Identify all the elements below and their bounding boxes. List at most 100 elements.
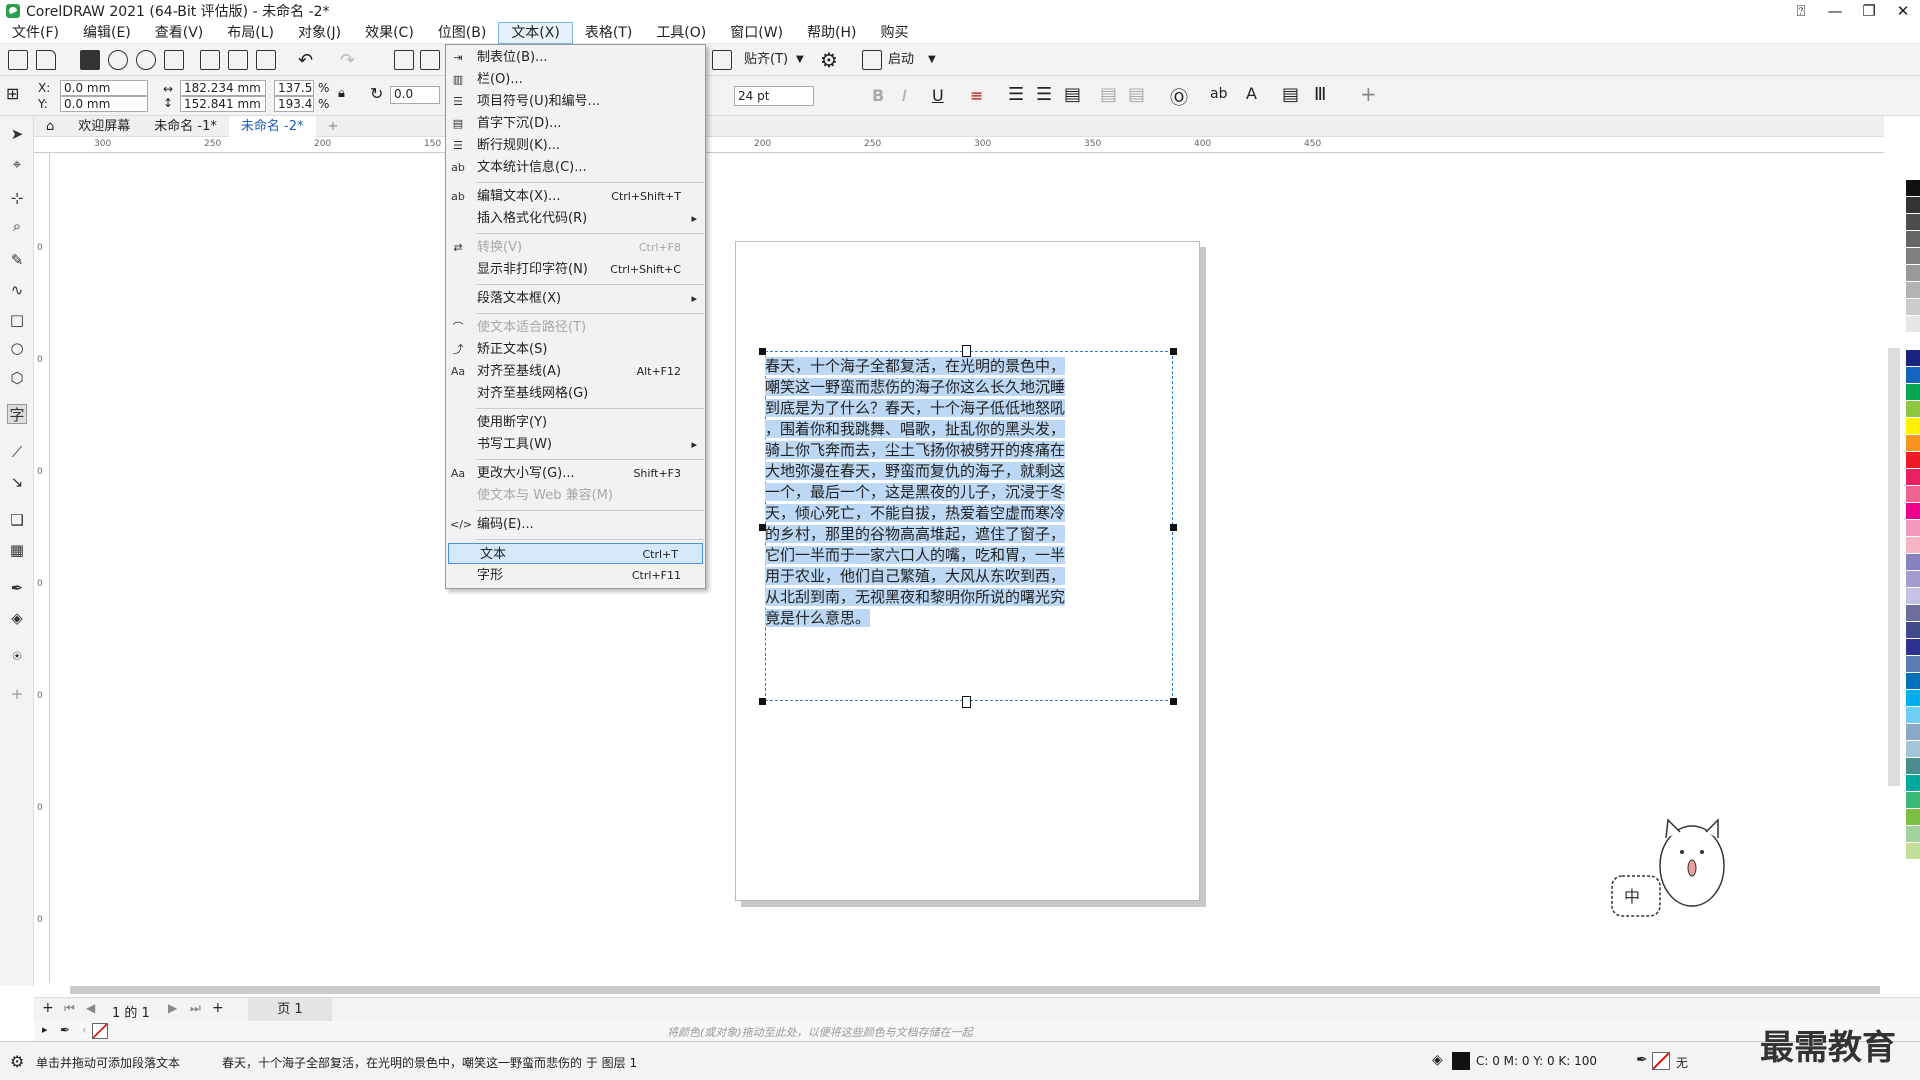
palette-swatch[interactable] xyxy=(1906,656,1920,673)
text-menu-item[interactable]: </> 编码(E)... xyxy=(446,514,705,535)
selection-handle[interactable] xyxy=(759,524,766,531)
text-menu-item[interactable]: Aa 更改大小写(G)... Shift+F3 xyxy=(446,463,705,484)
text-menu-item[interactable]: ▤ 首字下沉(D)... xyxy=(446,113,705,134)
palette-swatch[interactable] xyxy=(1906,588,1920,605)
add-page-icon[interactable]: + xyxy=(42,1000,54,1016)
palette-swatch[interactable] xyxy=(1906,350,1920,367)
cloud-upload-icon[interactable] xyxy=(136,50,156,70)
palette-swatch[interactable] xyxy=(1906,452,1920,469)
pick-tool-icon[interactable]: ➤ xyxy=(7,124,27,144)
bottom-tab-handle[interactable] xyxy=(962,696,971,708)
transparency-icon[interactable]: ▦ xyxy=(7,540,27,560)
palette-swatch[interactable] xyxy=(1906,469,1920,486)
palette-swatch[interactable] xyxy=(1906,724,1920,741)
shape-tool-icon[interactable]: ⌖ xyxy=(7,154,27,174)
menu-item-1[interactable]: 编辑(E) xyxy=(71,22,143,44)
palette-swatch[interactable] xyxy=(1906,435,1920,452)
menu-item-11[interactable]: 帮助(H) xyxy=(795,22,868,44)
add-page-end-icon[interactable]: + xyxy=(212,1000,224,1016)
palette-swatch[interactable] xyxy=(1906,486,1920,503)
crop-tool-icon[interactable]: ⊹ xyxy=(7,188,27,208)
copy-icon[interactable] xyxy=(228,50,248,70)
palette-swatch[interactable] xyxy=(1906,197,1920,214)
home-icon[interactable]: ⌂ xyxy=(34,116,66,137)
paste-icon[interactable] xyxy=(256,50,276,70)
menu-item-3[interactable]: 布局(L) xyxy=(215,22,286,44)
palette-swatch[interactable] xyxy=(1906,299,1920,316)
dimension-tool-icon[interactable]: ⟋ xyxy=(7,442,27,462)
menu-item-10[interactable]: 窗口(W) xyxy=(718,22,795,44)
last-page-icon[interactable]: ⏭ xyxy=(190,1001,201,1016)
palette-swatch[interactable] xyxy=(1906,231,1920,248)
top-tab-handle[interactable] xyxy=(962,345,971,357)
import-icon[interactable] xyxy=(394,50,414,70)
horizontal-ruler[interactable]: 300250200150100150200250300350400450 xyxy=(34,137,1884,153)
menu-item-6[interactable]: 位图(B) xyxy=(426,22,499,44)
polygon-tool-icon[interactable]: ⬡ xyxy=(7,368,27,388)
text-menu-item[interactable]: 字形 Ctrl+F11 xyxy=(446,565,705,586)
lock-ratio-icon[interactable]: 🔒︎ xyxy=(338,86,345,101)
palette-swatch[interactable] xyxy=(1906,503,1920,520)
palette-swatch[interactable] xyxy=(1906,520,1920,537)
text-menu-item[interactable]: 文本 Ctrl+T xyxy=(448,543,703,564)
scale-y-input[interactable]: 193.4 xyxy=(274,96,314,112)
prev-page-icon[interactable]: ◀ xyxy=(86,1001,95,1015)
palette-swatch[interactable] xyxy=(1906,282,1920,299)
palette-swatch[interactable] xyxy=(1906,248,1920,265)
palette-swatch[interactable] xyxy=(1906,809,1920,826)
opentype-icon[interactable]: Ⓞ xyxy=(1170,84,1188,110)
palette-swatch[interactable] xyxy=(1906,316,1920,333)
text-align-icon[interactable]: ≡ xyxy=(970,86,983,105)
tab-document-2[interactable]: 未命名 -2* xyxy=(228,115,316,137)
scroll-thumb[interactable] xyxy=(1888,348,1900,786)
text-menu-item[interactable]: ab 编辑文本(X)... Ctrl+Shift+T xyxy=(446,186,705,207)
selection-handle[interactable] xyxy=(1170,698,1177,705)
palette-swatch[interactable] xyxy=(1906,265,1920,282)
cloud-download-icon[interactable] xyxy=(108,50,128,70)
restore-button[interactable]: ❐ xyxy=(1852,0,1886,22)
text-menu-item[interactable]: ▥ 栏(O)... xyxy=(446,69,705,90)
close-button[interactable]: ✕ xyxy=(1886,0,1920,22)
rotation-input[interactable]: 0.0 xyxy=(390,86,440,104)
text-menu-item[interactable]: 插入格式化代码(R) ▸ xyxy=(446,208,705,229)
indent-icon[interactable]: ▤ xyxy=(1100,84,1117,105)
text-menu-item[interactable]: 使用断字(Y) xyxy=(446,412,705,433)
palette-swatch[interactable] xyxy=(1906,741,1920,758)
zoom-tool-icon[interactable]: ⌕ xyxy=(7,216,27,236)
drop-shadow-icon[interactable]: ❏ xyxy=(7,510,27,530)
numbered-list-icon[interactable]: ☰ xyxy=(1036,84,1052,105)
text-frame-icon[interactable]: ▤ xyxy=(1282,84,1299,105)
selection-handle[interactable] xyxy=(1170,524,1177,531)
text-menu-item[interactable]: ⤴ 矫正文本(S) xyxy=(446,339,705,360)
text-menu-item[interactable]: ⇥ 制表位(B)... xyxy=(446,47,705,68)
vertical-ruler[interactable]: 00000000 xyxy=(34,153,50,1037)
menu-item-4[interactable]: 对象(J) xyxy=(286,22,353,44)
palette-swatch[interactable] xyxy=(1906,775,1920,792)
rectangle-tool-icon[interactable]: □ xyxy=(7,310,27,330)
undo-icon[interactable]: ↶ xyxy=(298,50,313,71)
help-window-icon[interactable]: ⍰ xyxy=(1784,0,1818,22)
fill-color-swatch[interactable] xyxy=(1452,1052,1470,1070)
chevron-down-icon[interactable]: ▼ xyxy=(796,50,804,70)
palette-swatch[interactable] xyxy=(1906,180,1920,197)
text-menu-item[interactable]: ☰ 断行规则(K)... xyxy=(446,135,705,156)
menu-item-7[interactable]: 文本(X) xyxy=(498,21,573,44)
tab-welcome[interactable]: 欢迎屏幕 xyxy=(66,116,142,137)
scale-x-input[interactable]: 137.5 xyxy=(274,80,314,96)
palette-swatch[interactable] xyxy=(1906,673,1920,690)
text-menu-item[interactable]: ab 文本统计信息(C)... xyxy=(446,157,705,178)
tab-document-1[interactable]: 未命名 -1* xyxy=(142,116,229,137)
gear-icon[interactable]: ⚙ xyxy=(820,48,838,72)
text-menu-item[interactable]: 书写工具(W) ▸ xyxy=(446,434,705,455)
snap-menu[interactable]: 贴齐(T) xyxy=(744,50,788,70)
palette-swatch[interactable] xyxy=(1906,333,1920,350)
bullet-list-icon[interactable]: ☰ xyxy=(1008,84,1024,105)
selection-handle[interactable] xyxy=(759,348,766,355)
redo-icon[interactable]: ↷ xyxy=(340,50,355,71)
palette-swatch[interactable] xyxy=(1906,537,1920,554)
text-properties-icon[interactable]: ab xyxy=(1210,86,1227,102)
add-icon[interactable]: + xyxy=(1360,82,1377,106)
text-menu-item[interactable]: 显示非打印字符(N) Ctrl+Shift+C xyxy=(446,259,705,280)
view-options-icon[interactable] xyxy=(712,50,732,70)
palette-swatch[interactable] xyxy=(1906,384,1920,401)
